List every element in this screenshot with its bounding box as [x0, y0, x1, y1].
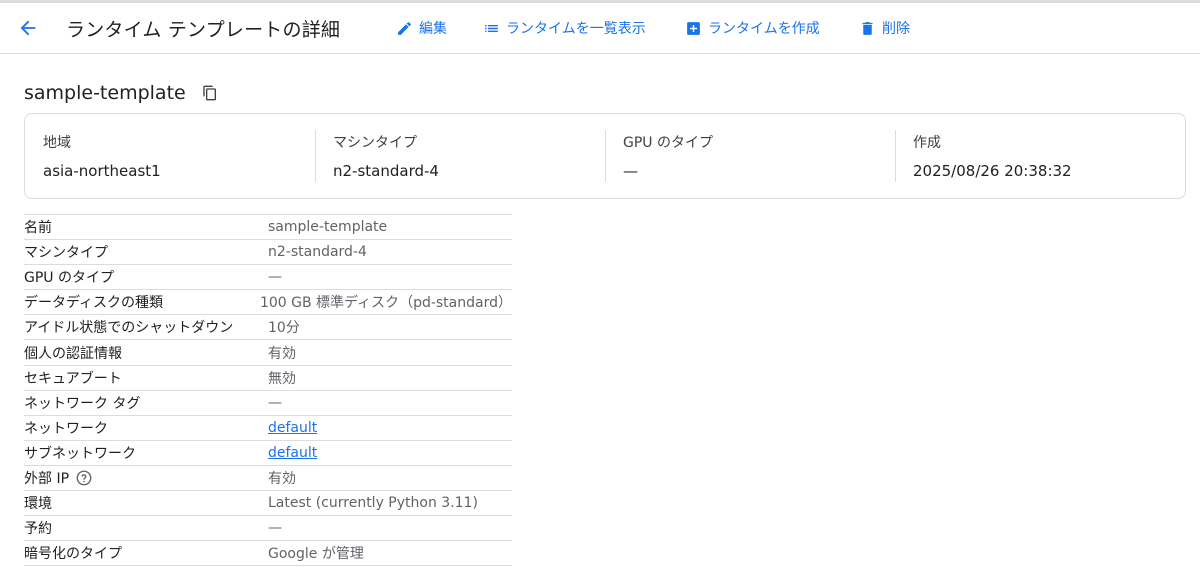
summary-machine-type: マシンタイプ n2-standard-4 — [315, 114, 605, 198]
copy-icon — [203, 85, 216, 101]
detail-value: 10分 — [268, 320, 300, 337]
summary-label: 作成 — [913, 135, 941, 151]
detail-key: アイドル状態でのシャットダウン — [24, 320, 234, 337]
detail-key: 名前 — [24, 220, 52, 237]
toolbar: ランタイム テンプレートの詳細 編集 ランタイムを一覧表示 ランタイムを作成 削… — [0, 3, 1200, 54]
detail-key: 予約 — [24, 521, 52, 538]
table-row: ネットワーク タグ — — [24, 391, 512, 416]
table-row: 個人の認証情報 有効 — [24, 340, 512, 366]
detail-key: サブネットワーク — [24, 445, 136, 462]
network-link[interactable]: default — [268, 420, 317, 436]
detail-key: データディスクの種類 — [24, 295, 164, 312]
pencil-icon — [398, 21, 411, 35]
page-title: ランタイム テンプレートの詳細 — [66, 19, 341, 41]
list-icon — [485, 24, 498, 32]
detail-value: — — [268, 394, 282, 411]
table-row: サブネットワーク default — [24, 441, 512, 466]
detail-key: ネットワーク タグ — [24, 395, 141, 412]
subnetwork-link[interactable]: default — [268, 445, 317, 461]
detail-key: セキュアブート — [24, 370, 122, 387]
summary-region: 地域 asia-northeast1 — [25, 114, 315, 198]
summary-label: マシンタイプ — [333, 135, 417, 151]
trash-icon — [862, 21, 873, 35]
table-row: アイドル状態でのシャットダウン 10分 — [24, 315, 512, 341]
table-row: ネットワーク default — [24, 416, 512, 441]
create-runtime-label: ランタイムを作成 — [708, 21, 820, 37]
detail-key-label: 外部 IP — [24, 470, 70, 487]
table-row: GPU のタイプ — — [24, 265, 512, 291]
summary-created: 作成 2025/08/26 20:38:32 — [895, 114, 1185, 198]
detail-key: 個人の認証情報 — [24, 345, 122, 362]
detail-value: n2-standard-4 — [268, 244, 367, 261]
delete-button-label: 削除 — [882, 21, 910, 37]
delete-button[interactable]: 削除 — [859, 16, 910, 40]
summary-label: GPU のタイプ — [623, 135, 713, 151]
detail-key: 環境 — [24, 496, 52, 513]
summary-gpu-type: GPU のタイプ — — [605, 114, 895, 198]
detail-value: 有効 — [268, 345, 296, 362]
detail-value: — — [268, 520, 282, 537]
resource-header: sample-template — [24, 80, 220, 106]
create-runtime-button[interactable]: ランタイムを作成 — [685, 16, 820, 40]
detail-key-external-ip: 外部 IP — [24, 468, 268, 488]
add-box-icon — [687, 21, 700, 35]
table-row: 環境 Latest (currently Python 3.11) — [24, 491, 512, 517]
table-row: 外部 IP 有効 — [24, 466, 512, 492]
resource-name: sample-template — [24, 82, 186, 104]
summary-value: — — [623, 162, 638, 180]
detail-key: マシンタイプ — [24, 245, 108, 262]
table-row: 予約 — — [24, 516, 512, 542]
detail-value: Google が管理 — [268, 546, 364, 563]
summary-value: 2025/08/26 20:38:32 — [913, 162, 1072, 180]
detail-key: ネットワーク — [24, 420, 108, 437]
summary-value: n2-standard-4 — [333, 162, 439, 180]
back-button[interactable] — [16, 16, 40, 40]
list-runtimes-button[interactable]: ランタイムを一覧表示 — [483, 16, 646, 40]
detail-value: 有効 — [268, 470, 296, 487]
detail-key: 暗号化のタイプ — [24, 546, 122, 563]
copy-button[interactable] — [200, 83, 220, 103]
arrow-back-icon — [20, 20, 36, 36]
edit-button-label: 編集 — [419, 21, 447, 37]
detail-value: 100 GB 標準ディスク（pd-standard） — [259, 295, 512, 312]
table-row: 名前 sample-template — [24, 215, 512, 241]
details-table: 名前 sample-template マシンタイプ n2-standard-4 … — [24, 214, 512, 567]
detail-key: GPU のタイプ — [24, 270, 114, 287]
table-row: 暗号化のタイプ Google が管理 — [24, 541, 512, 567]
detail-value: 無効 — [268, 370, 296, 387]
summary-card: 地域 asia-northeast1 マシンタイプ n2-standard-4 … — [24, 113, 1186, 199]
list-runtimes-label: ランタイムを一覧表示 — [506, 21, 646, 37]
summary-value: asia-northeast1 — [43, 162, 161, 180]
summary-label: 地域 — [43, 135, 71, 151]
detail-value: — — [268, 269, 282, 286]
detail-value: Latest (currently Python 3.11) — [268, 495, 478, 512]
help-icon[interactable] — [75, 469, 93, 487]
table-row: データディスクの種類 100 GB 標準ディスク（pd-standard） — [24, 290, 512, 316]
table-row: マシンタイプ n2-standard-4 — [24, 240, 512, 266]
edit-button[interactable]: 編集 — [396, 16, 447, 40]
detail-value: sample-template — [268, 219, 388, 236]
table-row: セキュアブート 無効 — [24, 366, 512, 391]
